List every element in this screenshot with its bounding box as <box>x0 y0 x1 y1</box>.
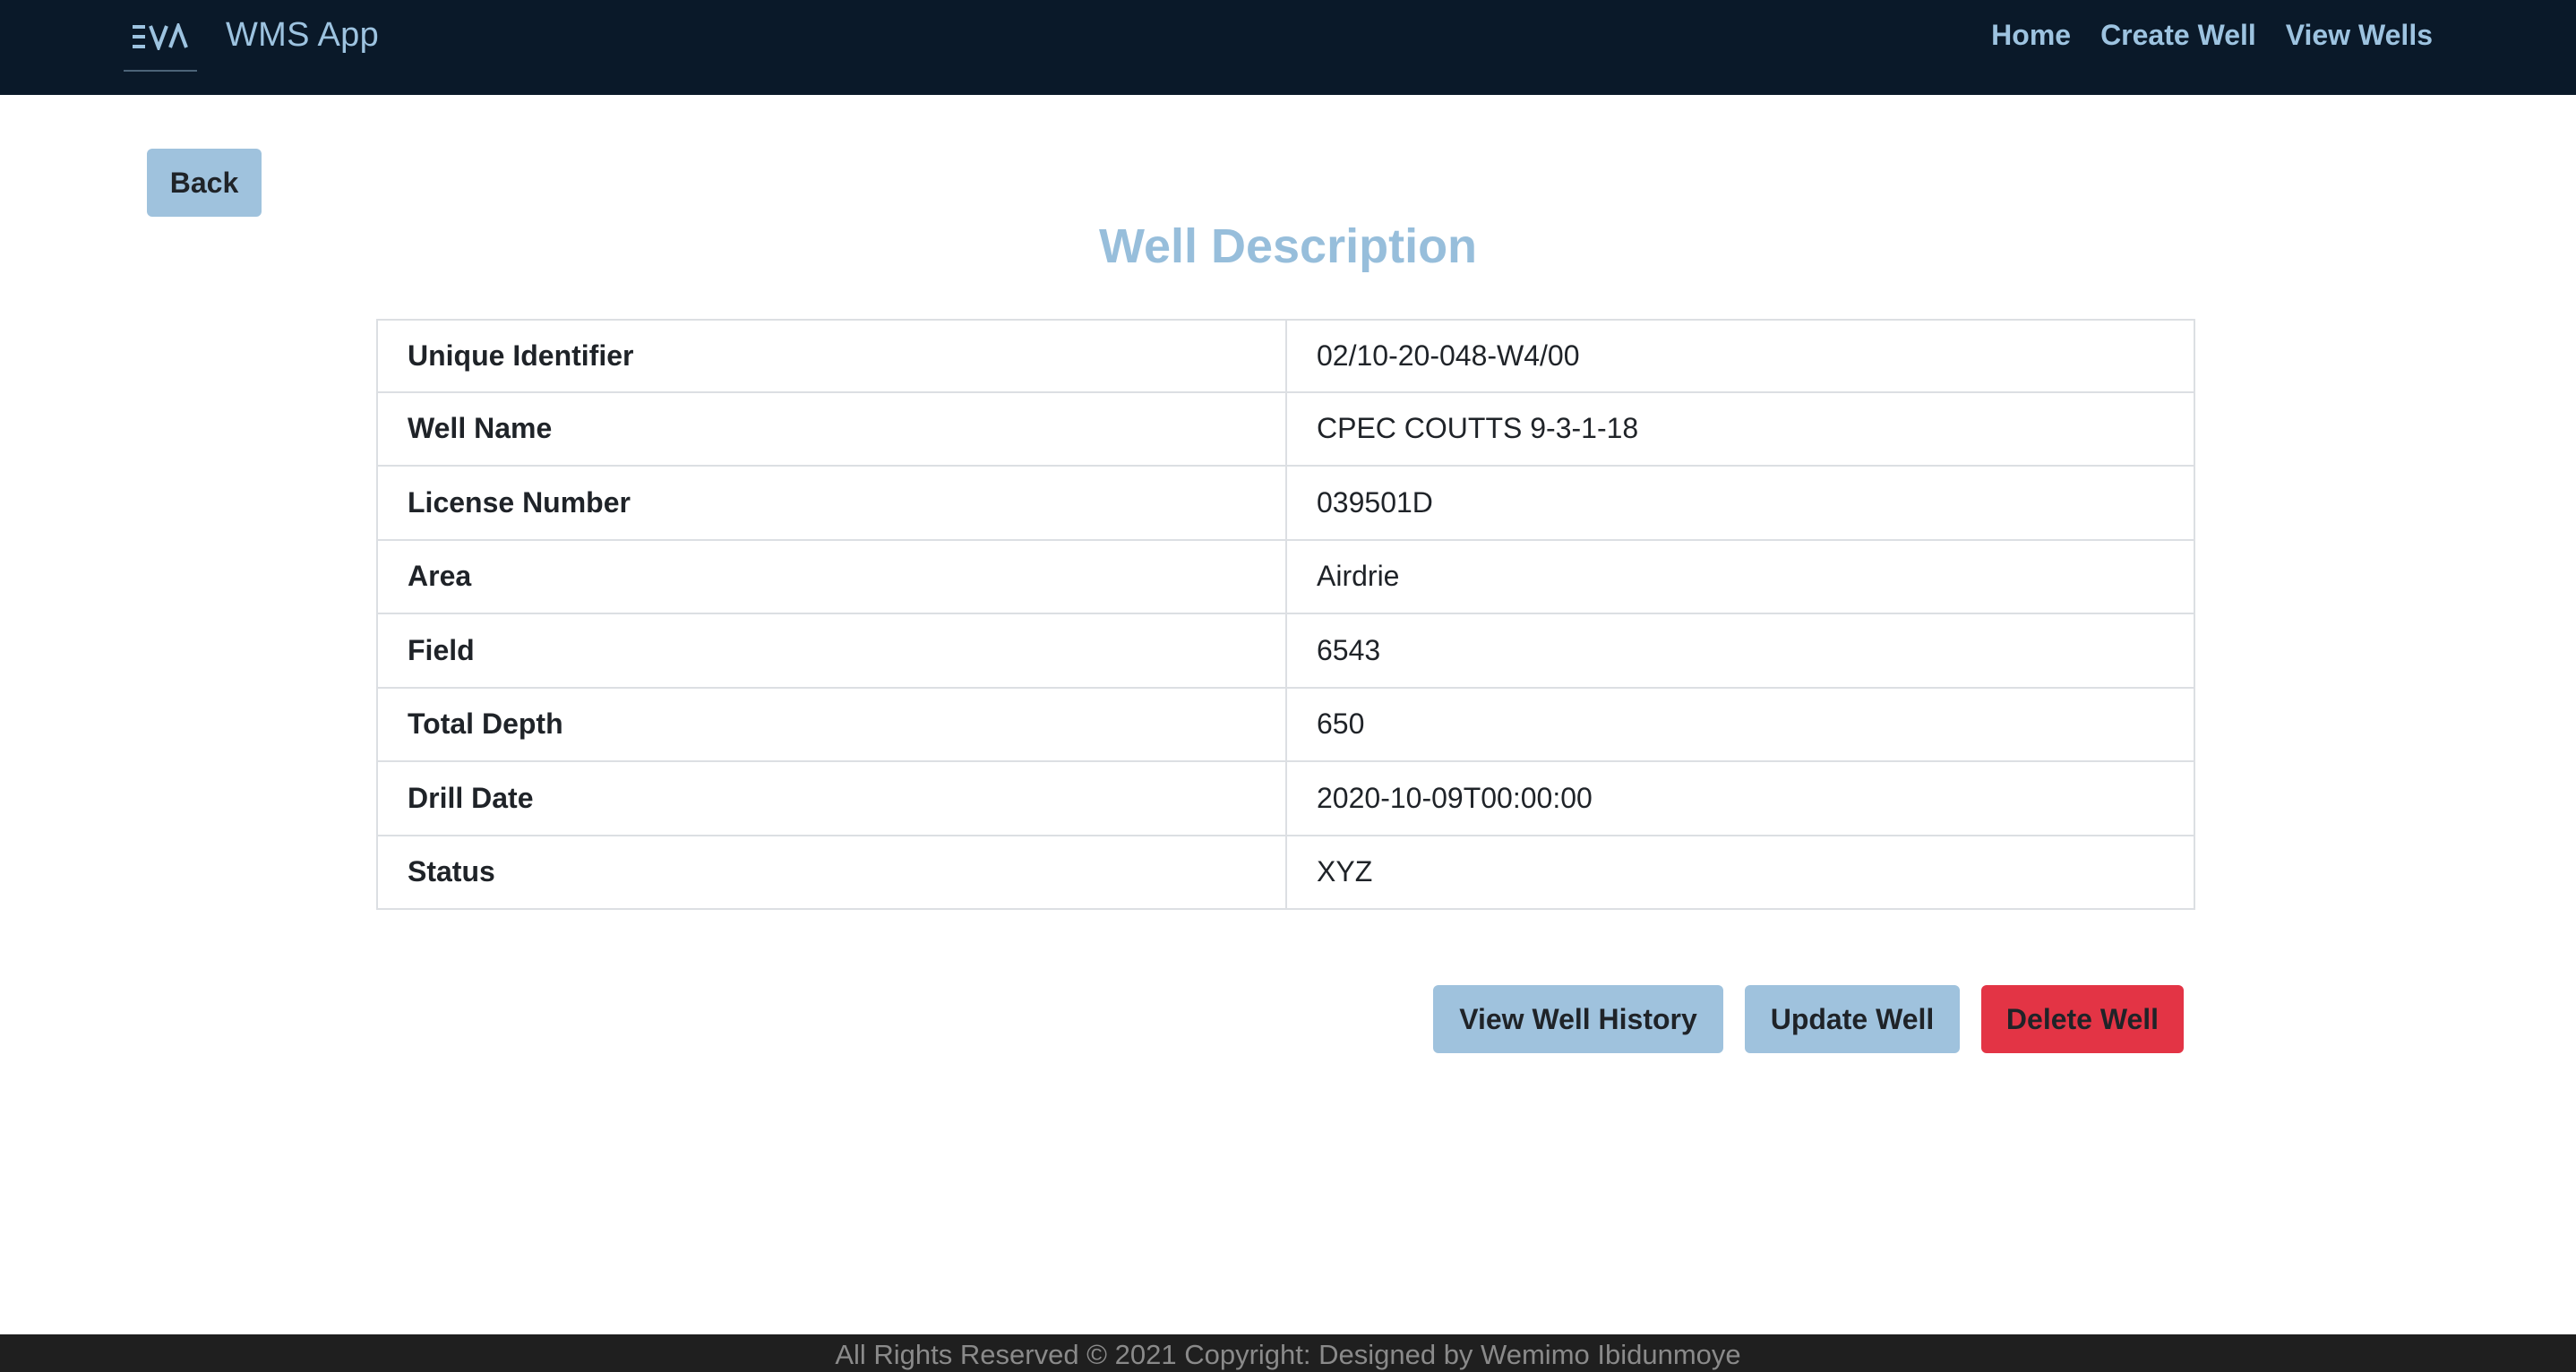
row-label: Field <box>376 614 1285 689</box>
well-details-table: Unique Identifier 02/10-20-048-W4/00 Wel… <box>376 319 2195 910</box>
brand-name[interactable]: WMS App <box>226 14 379 56</box>
row-value: 650 <box>1285 688 2195 762</box>
table-row: Area Airdrie <box>376 540 2195 614</box>
table-row: Field 6543 <box>376 614 2195 689</box>
brand-logo[interactable] <box>124 16 197 72</box>
navbar: WMS App Home Create Well View Wells <box>0 0 2576 95</box>
back-button[interactable]: Back <box>147 149 262 217</box>
row-label: Area <box>376 540 1285 614</box>
nav-link-home[interactable]: Home <box>1991 14 2071 56</box>
view-well-history-button[interactable]: View Well History <box>1433 985 1723 1053</box>
well-actions: View Well History Update Well Delete Wel… <box>1433 985 2184 1053</box>
row-label: Status <box>376 836 1285 910</box>
nav-link-view-wells[interactable]: View Wells <box>2286 14 2433 56</box>
row-label: Drill Date <box>376 762 1285 836</box>
table-row: License Number 039501D <box>376 467 2195 541</box>
row-value: 02/10-20-048-W4/00 <box>1285 319 2195 393</box>
footer: All Rights Reserved © 2021 Copyright: De… <box>0 1334 2576 1372</box>
nav-links: Home Create Well View Wells <box>1991 14 2433 56</box>
page-title: Well Description <box>1098 219 1478 273</box>
row-label: License Number <box>376 467 1285 541</box>
page: WMS App Home Create Well View Wells Back… <box>0 0 2576 1372</box>
row-label: Total Depth <box>376 688 1285 762</box>
nav-link-create-well[interactable]: Create Well <box>2100 14 2256 56</box>
row-value: Airdrie <box>1285 540 2195 614</box>
row-label: Well Name <box>376 392 1285 467</box>
row-value: XYZ <box>1285 836 2195 910</box>
table-row: Unique Identifier 02/10-20-048-W4/00 <box>376 319 2195 393</box>
row-value: 039501D <box>1285 467 2195 541</box>
row-label: Unique Identifier <box>376 319 1285 393</box>
table-row: Status XYZ <box>376 836 2195 910</box>
update-well-button[interactable]: Update Well <box>1745 985 1960 1053</box>
table-row: Well Name CPEC COUTTS 9-3-1-18 <box>376 392 2195 467</box>
row-value: 6543 <box>1285 614 2195 689</box>
eva-logo-icon <box>133 23 188 50</box>
row-value: CPEC COUTTS 9-3-1-18 <box>1285 392 2195 467</box>
row-value: 2020-10-09T00:00:00 <box>1285 762 2195 836</box>
table-row: Drill Date 2020-10-09T00:00:00 <box>376 762 2195 836</box>
table-row: Total Depth 650 <box>376 688 2195 762</box>
copyright-text: All Rights Reserved © 2021 Copyright: De… <box>835 1339 1741 1370</box>
delete-well-button[interactable]: Delete Well <box>1981 985 2184 1053</box>
